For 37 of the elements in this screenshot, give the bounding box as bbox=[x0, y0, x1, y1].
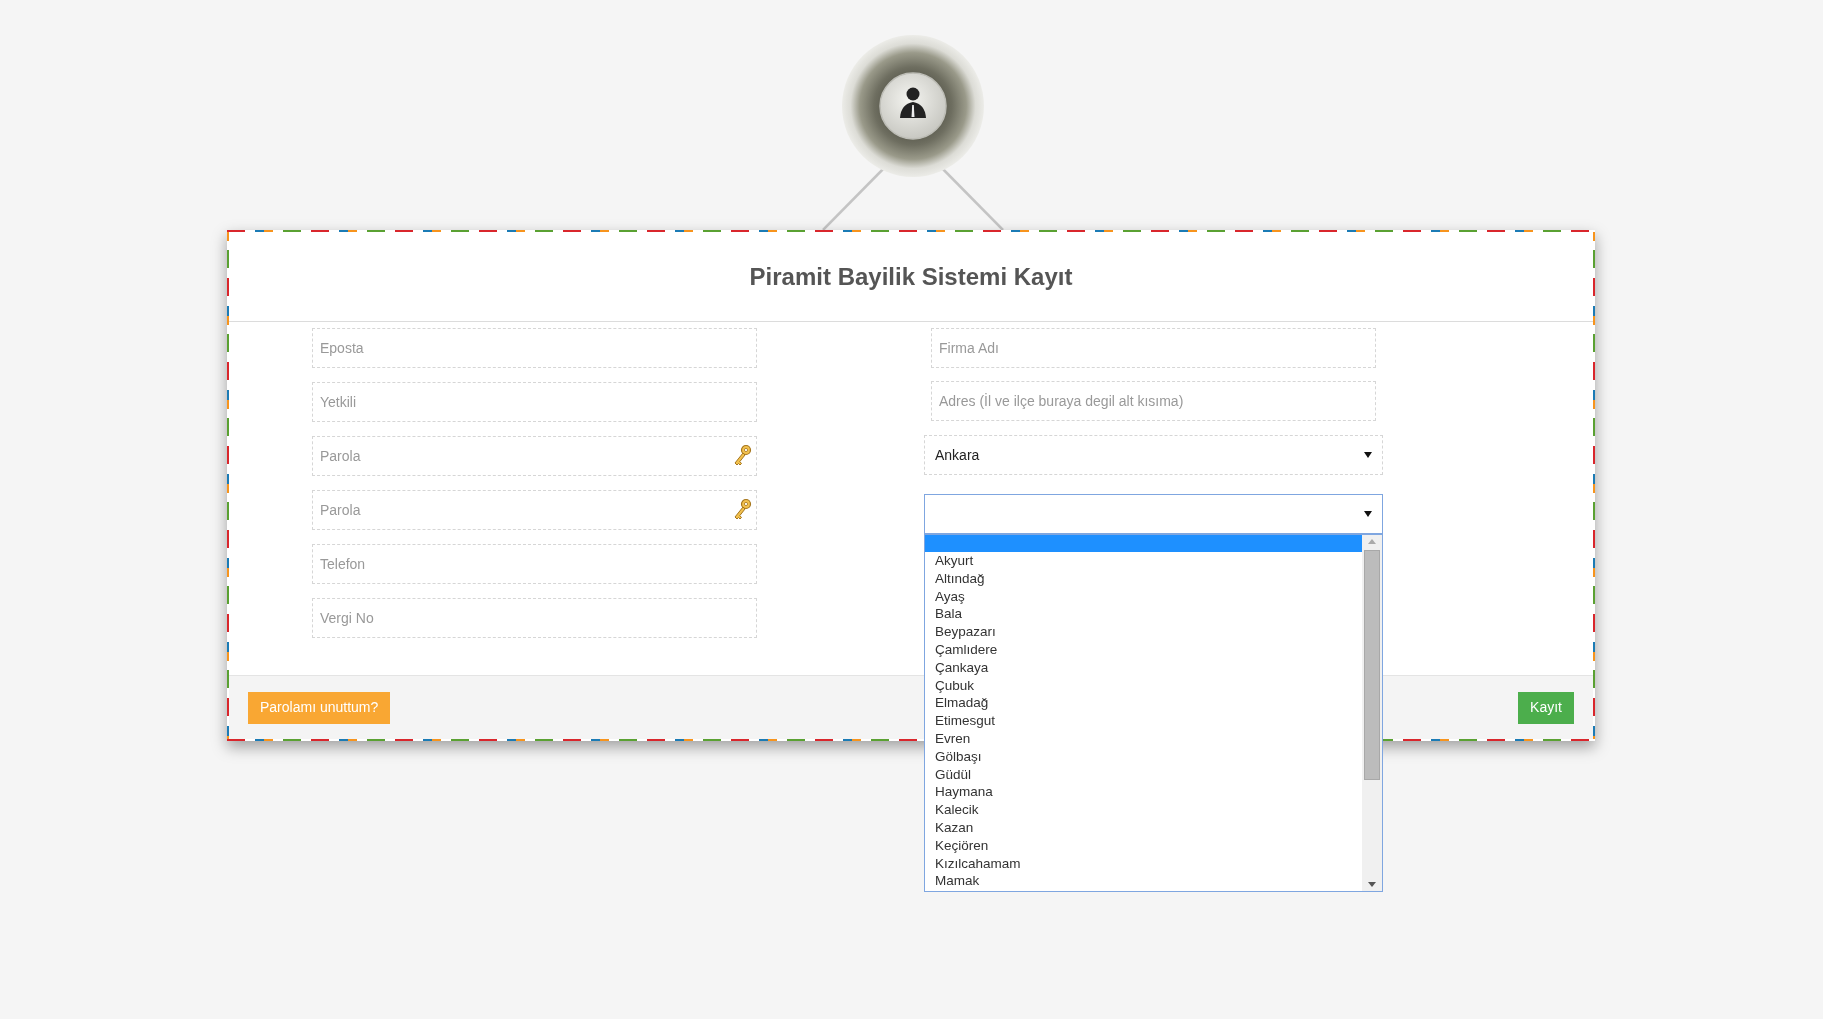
dropdown-option[interactable]: Haymana bbox=[925, 783, 1362, 802]
key-icon bbox=[732, 498, 752, 522]
dropdown-option[interactable]: Çankaya bbox=[925, 658, 1362, 677]
dropdown-option[interactable]: Ayaş bbox=[925, 587, 1362, 606]
dropdown-option[interactable]: Güdül bbox=[925, 765, 1362, 784]
dropdown-option[interactable]: Akyurt bbox=[925, 552, 1362, 570]
district-select[interactable] bbox=[924, 494, 1383, 534]
form-title: Piramit Bayilik Sistemi Kayıt bbox=[749, 261, 1073, 292]
dropdown-option[interactable]: Keçiören bbox=[925, 836, 1362, 855]
dropdown-option[interactable]: Evren bbox=[925, 729, 1362, 748]
dropdown-option[interactable]: Altındağ bbox=[925, 569, 1362, 588]
dropdown-option[interactable]: Mamak bbox=[925, 872, 1362, 891]
dropdown-option[interactable]: Etimesgut bbox=[925, 712, 1362, 730]
password-field[interactable]: Parola bbox=[312, 490, 757, 530]
input-field[interactable]: Adres (İl ve ilçe buraya degil alt kısıma) bbox=[931, 381, 1376, 421]
scroll-up-arrow-icon[interactable] bbox=[1368, 539, 1376, 544]
input-field[interactable]: Yetkili bbox=[312, 382, 757, 422]
dropdown-option[interactable]: Beypazarı bbox=[925, 623, 1362, 641]
dropdown-option[interactable]: Elmadağ bbox=[925, 694, 1362, 713]
password-field[interactable]: Parola bbox=[312, 436, 757, 476]
input-field[interactable]: Eposta bbox=[312, 328, 757, 368]
dropdown-option[interactable]: Kalecik bbox=[925, 801, 1362, 819]
caret-icon bbox=[1364, 511, 1372, 517]
scrollbar[interactable] bbox=[1362, 535, 1382, 891]
dropdown-option[interactable]: Gölbaşı bbox=[925, 747, 1362, 766]
dropdown-option[interactable]: Kızılcahamam bbox=[925, 854, 1362, 873]
dropdown-option[interactable]: Bala bbox=[925, 605, 1362, 624]
caret-icon bbox=[1364, 452, 1372, 458]
dropdown-option[interactable]: Çubuk bbox=[925, 676, 1362, 695]
city-select[interactable]: Ankara bbox=[924, 435, 1383, 475]
key-icon bbox=[732, 444, 752, 468]
input-field[interactable]: Vergi No bbox=[312, 598, 757, 638]
scroll-down-arrow-icon[interactable] bbox=[1368, 882, 1376, 887]
dropdown-option[interactable]: Kazan bbox=[925, 818, 1362, 837]
input-field[interactable]: Telefon bbox=[312, 544, 757, 584]
dropdown-option[interactable]: Çamlıdere bbox=[925, 641, 1362, 659]
input-field[interactable]: Firma Adı bbox=[931, 328, 1376, 368]
